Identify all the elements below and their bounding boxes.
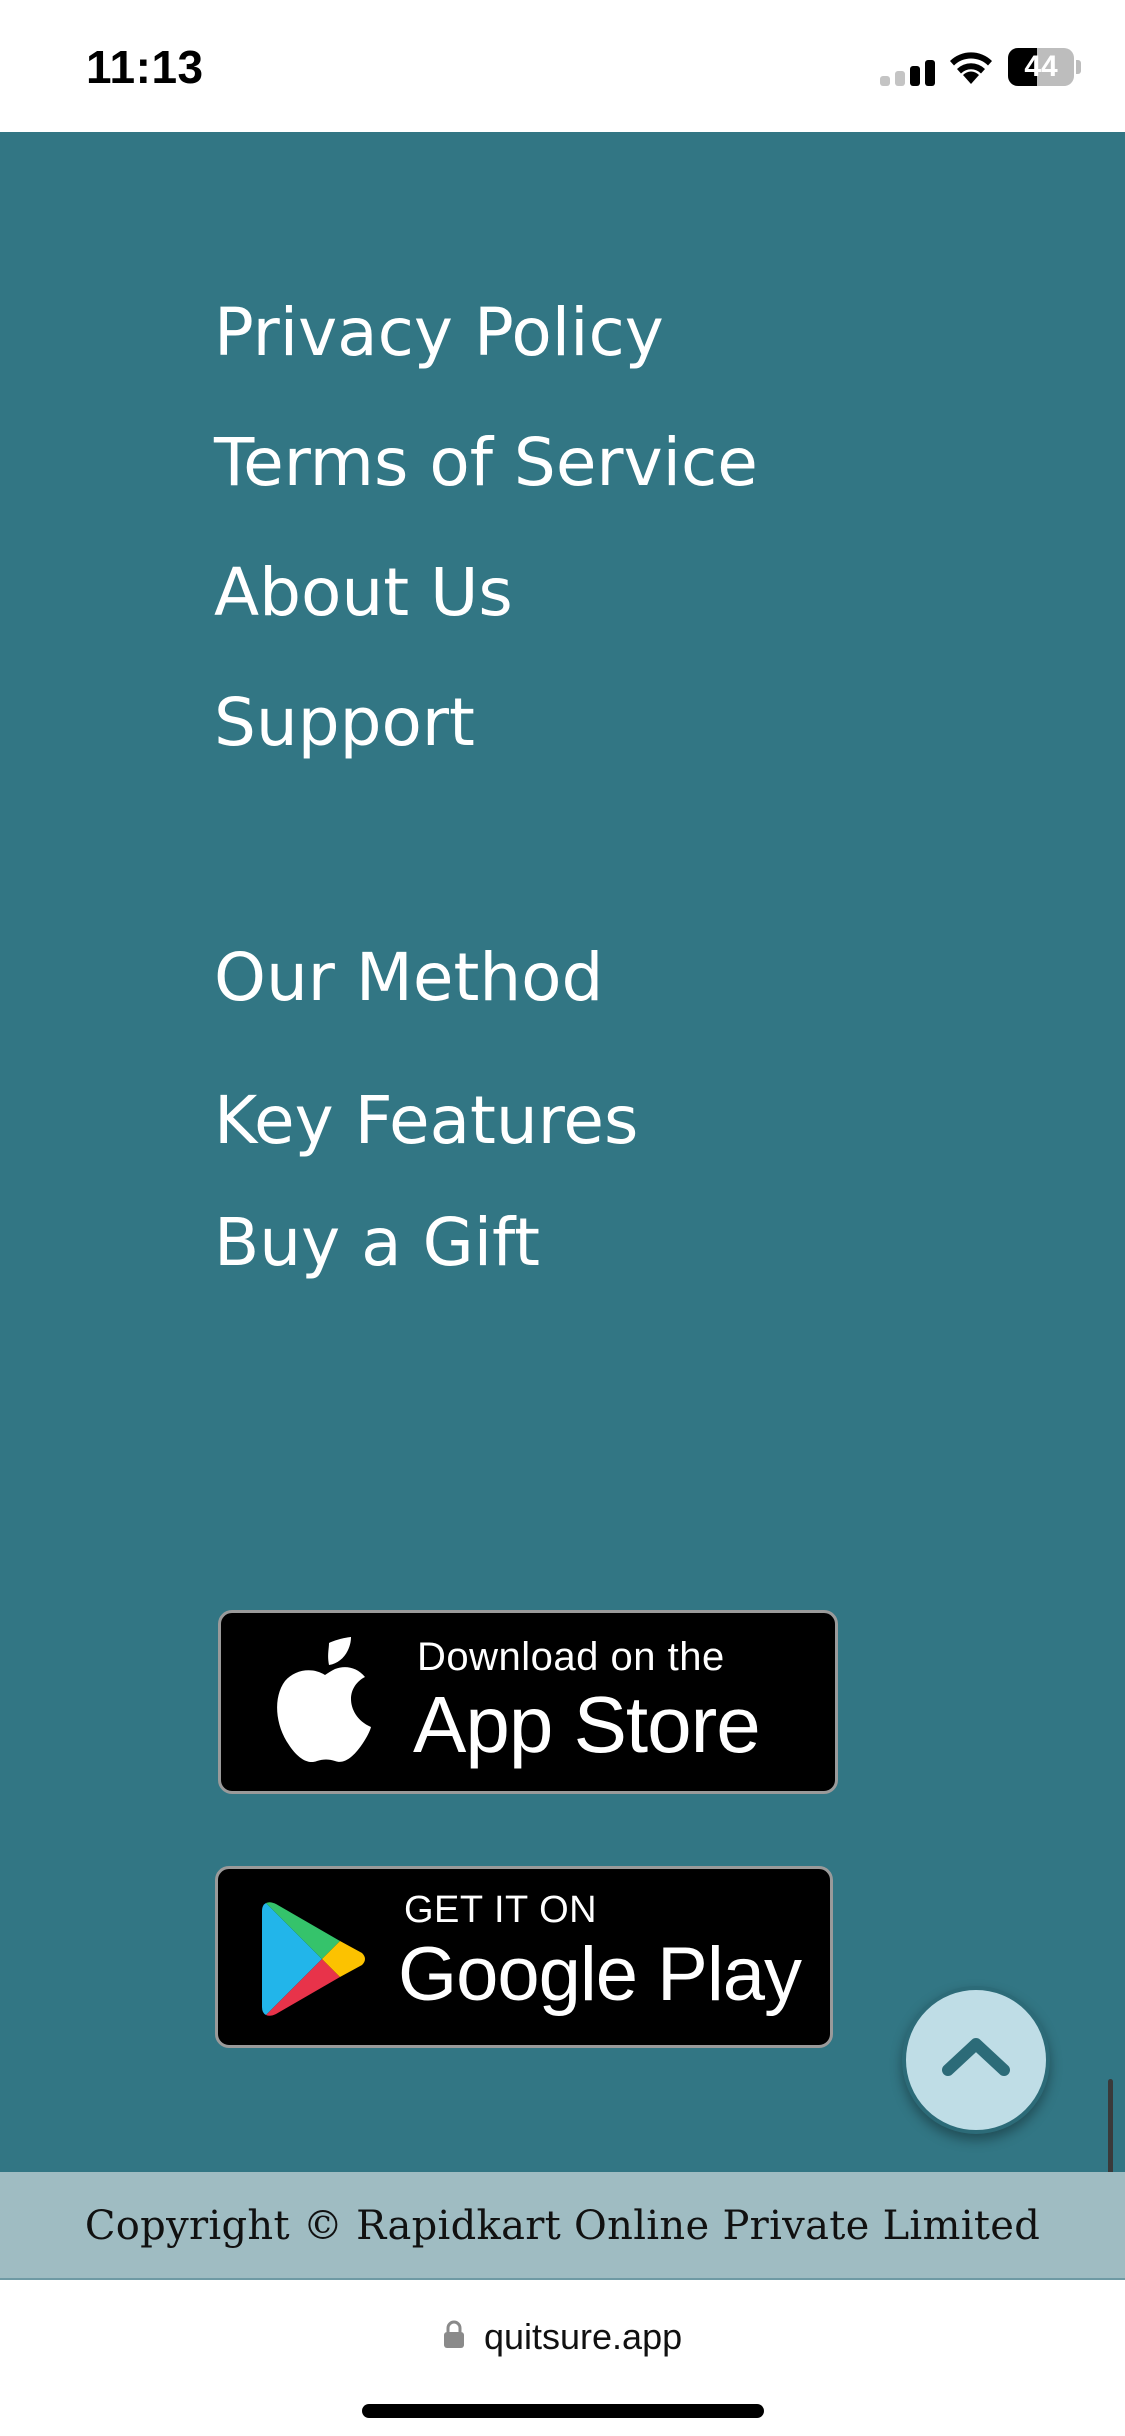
site-footer: Privacy Policy Terms of Service About Us…: [0, 132, 1125, 2172]
copyright-bar: Copyright © Rapidkart Online Private Lim…: [0, 2172, 1125, 2280]
status-bar: 11:13 44: [0, 0, 1125, 132]
url-display[interactable]: quitsure.app: [0, 2316, 1125, 2372]
google-play-badge[interactable]: GET IT ON Google Play: [215, 1866, 833, 2048]
scrollbar-thumb[interactable]: [1108, 2079, 1113, 2172]
footer-link-about-us[interactable]: About Us: [214, 554, 513, 631]
battery-level: 44: [1024, 50, 1058, 83]
app-store-badge[interactable]: Download on the App Store: [218, 1610, 838, 1794]
browser-address-bar[interactable]: quitsure.app: [0, 2282, 1125, 2436]
copyright-text: Copyright © Rapidkart Online Private Lim…: [84, 2203, 1041, 2249]
app-store-big-text: App Store: [413, 1680, 761, 1769]
app-store-small-text: Download on the: [417, 1635, 725, 1679]
footer-link-key-features[interactable]: Key Features: [214, 1082, 638, 1159]
footer-link-buy-a-gift[interactable]: Buy a Gift: [214, 1204, 540, 1281]
chevron-up-icon: [942, 2038, 1010, 2076]
battery-icon: 44: [1008, 48, 1081, 86]
home-indicator[interactable]: [362, 2404, 764, 2418]
logo-fragment: [230, 132, 470, 136]
google-play-icon: [262, 1902, 365, 2016]
footer-link-privacy-policy[interactable]: Privacy Policy: [214, 294, 664, 371]
wifi-icon: [950, 52, 992, 84]
status-time: 11:13: [86, 41, 204, 93]
google-play-big-text: Google Play: [398, 1932, 802, 2017]
footer-link-support[interactable]: Support: [214, 684, 475, 761]
apple-icon: [277, 1637, 371, 1763]
footer-link-our-method[interactable]: Our Method: [214, 939, 603, 1016]
back-to-top-button[interactable]: [902, 1986, 1050, 2134]
cellular-signal-icon: [880, 60, 935, 86]
lock-icon: [443, 2320, 464, 2348]
footer-link-terms-of-service[interactable]: Terms of Service: [214, 424, 758, 501]
url-text: quitsure.app: [483, 2316, 683, 2357]
google-play-small-text: GET IT ON: [404, 1889, 598, 1931]
